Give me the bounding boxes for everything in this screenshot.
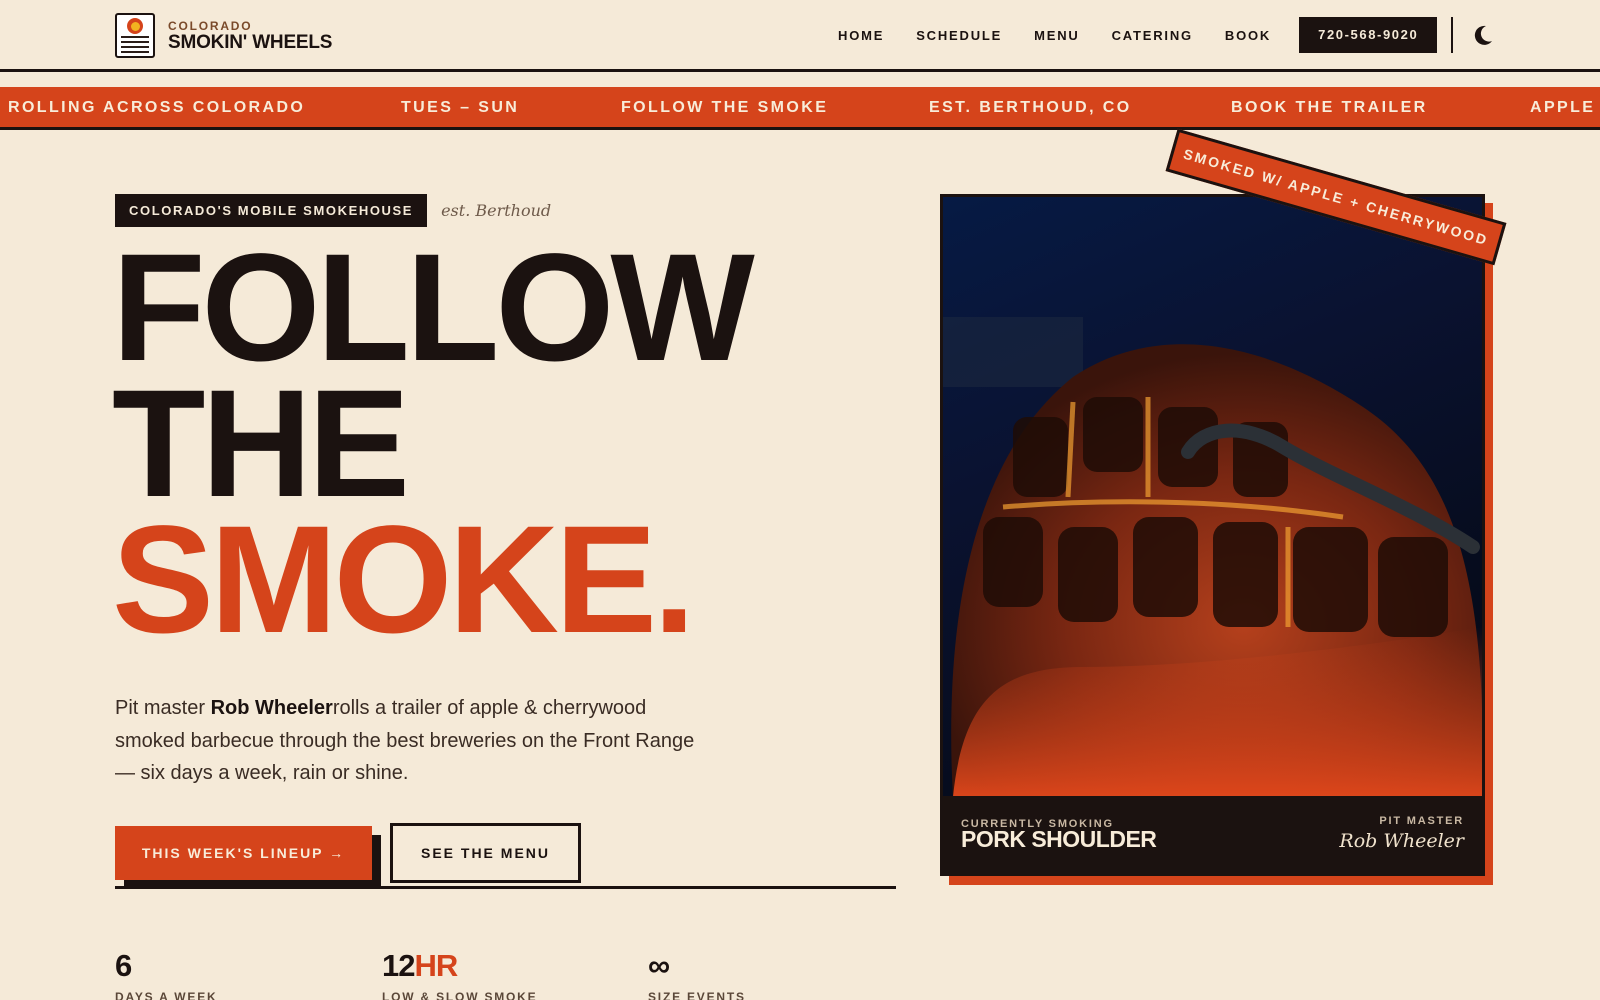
ticker-item: FOLLOW THE SMOKE [621,99,829,116]
brand-name: SMOKIN' WHEELS [168,31,333,53]
menu-button[interactable]: SEE THE MENU [390,823,581,883]
nav-menu[interactable]: MENU [1034,28,1079,43]
stat-unit: HR [414,948,458,983]
eyebrow-est: est. Berthoud [441,201,552,220]
nav-home[interactable]: HOME [838,28,884,43]
brand-logo[interactable]: COLORADO SMOKIN' WHEELS [115,13,332,58]
stat-label: SIZE EVENTS [648,990,746,1000]
pitmaster-name: Rob Wheeler [1339,830,1464,852]
pork-shoulder-photo [943,197,1482,796]
lineup-button[interactable]: THIS WEEK'S LINEUP → [115,826,372,880]
caption-bar: CURRENTLY SMOKING PORK SHOULDER PIT MAST… [943,796,1482,873]
brand-sup: COLORADO [168,18,253,33]
headline-line-1: FOLLOW [112,222,755,393]
stat-events: ∞ SIZE EVENTS [648,950,746,1000]
nav-schedule[interactable]: SCHEDULE [916,28,1002,43]
hero-lede: Pit master Rob Wheelerrolls a trailer of… [115,692,695,790]
main-nav: HOME SCHEDULE MENU CATERING BOOK 720-568… [838,17,1495,53]
headline-line-3: SMOKE. [112,494,696,665]
moon-icon[interactable] [1469,22,1495,48]
headline-line-2: THE [112,358,410,529]
ticker-item: BOOK THE TRAILER [1231,99,1428,116]
currently-title: PORK SHOULDER [961,826,1157,852]
logo-badge-icon [115,13,155,58]
lede-name: Rob Wheeler [210,697,333,719]
ticker-item: TUES – SUN [401,99,520,116]
divider-line [115,886,896,889]
lede-pre: Pit master [115,697,211,719]
marquee-ticker: ROLLING ACROSS COLORADO TUES – SUN FOLLO… [0,87,1600,130]
stat-days: 6 DAYS A WEEK [115,950,217,1000]
stat-number: ∞ [648,948,670,983]
pitmaster-label: PIT MASTER [1379,815,1464,827]
stat-number: 12 [382,948,415,983]
ticker-item: ROLLING ACROSS COLORADO [8,99,306,116]
ticker-item: EST. BERTHOUD, CO [929,99,1132,116]
hero-headline: FOLLOW THE SMOKE. [112,222,755,665]
stat-label: DAYS A WEEK [115,990,218,1000]
stat-hours: 12HR LOW & SLOW SMOKE [382,950,537,1000]
site-header: COLORADO SMOKIN' WHEELS HOME SCHEDULE ME… [0,0,1600,72]
featured-card: CURRENTLY SMOKING PORK SHOULDER PIT MAST… [940,194,1485,876]
stat-label: LOW & SLOW SMOKE [382,990,538,1000]
nav-book[interactable]: BOOK [1225,28,1271,43]
nav-catering[interactable]: CATERING [1112,28,1193,43]
phone-button[interactable]: 720-568-9020 [1299,17,1438,53]
nav-divider [1451,17,1454,53]
ticker-item: APPLE + [1530,99,1600,116]
stat-number: 6 [115,948,132,983]
